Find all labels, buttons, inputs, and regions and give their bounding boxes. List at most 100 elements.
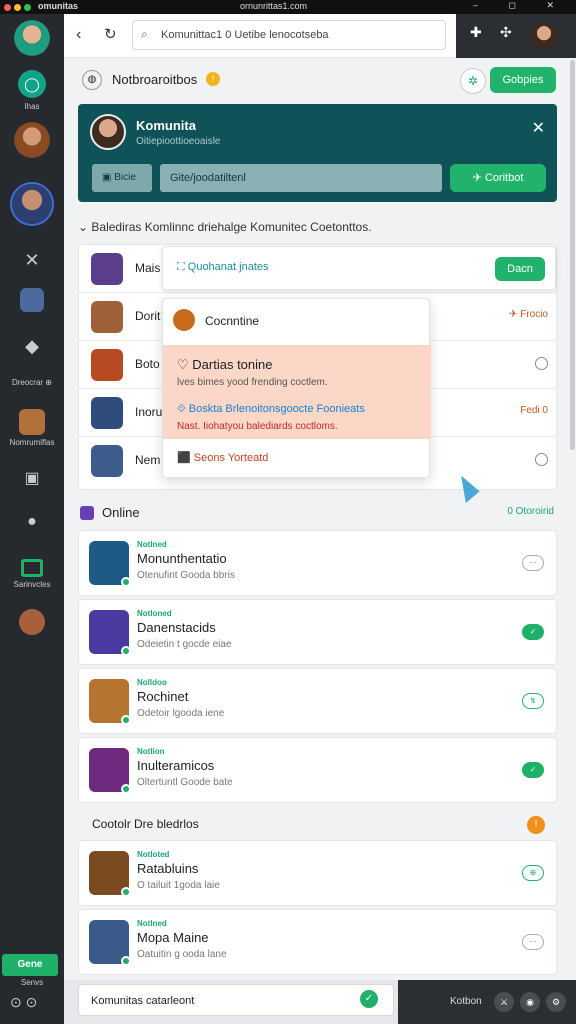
connect-button[interactable]: ✈ Coritbot <box>450 164 546 192</box>
mic-icon[interactable]: ◉ <box>520 992 540 1012</box>
online-dot <box>121 887 131 897</box>
nav-actions: ✚ ✣ <box>456 14 576 58</box>
avatar <box>91 349 123 381</box>
composer-bar: Komunitas catarleont ✓ Kotbon ⚔ ◉ ⚙ <box>64 980 576 1024</box>
member-sub: O tailuit 1goda laie <box>137 880 220 891</box>
rail-label: Ihas <box>24 102 40 111</box>
item-name: Boto <box>135 357 160 371</box>
avatar <box>91 301 123 333</box>
url-label: ornunrittas1.com <box>240 1 308 11</box>
avatar <box>91 445 123 477</box>
member-sub: Otenufint Gooda bbris <box>137 570 235 581</box>
action-icon[interactable]: ✓ <box>522 762 544 778</box>
action-icon[interactable]: ⊕ <box>522 865 544 881</box>
banner-subtitle: Oitiepioottioeoaisle <box>136 136 221 147</box>
main-panel: ‹ ↻ ⌕ Komunittac1 0 Uetibe lenocotseba ✚ … <box>64 14 576 1024</box>
member-card[interactable]: Notlned Monunthentatio Otenufint Gooda bbr… <box>78 530 557 596</box>
member-card[interactable]: Notloted Ratabluins O tailuit 1goda laie ⊕ <box>78 840 557 906</box>
page-title: Notbroaroitbos <box>112 72 198 87</box>
avatar[interactable] <box>10 182 54 226</box>
crossed-icon[interactable]: ✕ <box>14 242 50 278</box>
puzzle-icon[interactable]: ✣ <box>500 24 512 41</box>
member-name: Monunthentatio <box>137 551 227 566</box>
menu-item[interactable]: ♡ Dartias tonine <box>177 357 273 373</box>
member-sub: Odetoir lgooda iene <box>137 708 225 719</box>
avatar[interactable] <box>530 22 558 50</box>
radio-button[interactable] <box>535 357 548 370</box>
member-card[interactable]: Notloned Danenstacids Odeietin t gocde eia… <box>78 599 557 665</box>
scrollbar[interactable] <box>570 60 575 450</box>
popup-button[interactable]: Dacn <box>495 257 545 281</box>
member-card[interactable]: Notlned Mopa Maine Oatuitin g ooda lane ··· <box>78 909 557 975</box>
app-logo-icon[interactable] <box>14 20 50 56</box>
nav-bar: ‹ ↻ ⌕ Komunittac1 0 Uetibe lenocotseba <box>64 14 456 58</box>
rail-label: Nomrumiflas <box>9 438 55 447</box>
online-dot <box>121 956 131 966</box>
context-menu: Cocnntine ♡ Dartias tonine lves bimes yo… <box>162 298 431 478</box>
avatar[interactable] <box>14 122 50 158</box>
member-tag: Notlned <box>137 919 167 928</box>
online-dot <box>121 577 131 587</box>
window-titlebar: omunitas ornunrittas1.com – ◻ ✕ <box>0 0 576 14</box>
popup-link[interactable]: ⛶ Quohanat jnates <box>177 261 269 274</box>
alert-badge-icon[interactable]: ! <box>527 816 545 834</box>
member-card[interactable]: Notlion Inulteramicos Oltertuntl Goode bat… <box>78 737 557 803</box>
window-buttons[interactable]: – ◻ ✕ <box>473 0 568 11</box>
banner-tag-button[interactable]: ▣ Bicie <box>92 164 152 192</box>
chat-icon[interactable]: ◯ <box>18 70 46 98</box>
settings-icon[interactable]: ⚙ <box>546 992 566 1012</box>
gear-icon[interactable]: ✲ <box>460 68 486 94</box>
item-name: Mais <box>135 261 161 275</box>
radio-button[interactable] <box>535 453 548 466</box>
rail-label: Sarinvcles <box>13 580 51 589</box>
search-icon: ⌕ <box>141 27 148 41</box>
member-tag: Notlned <box>137 540 167 549</box>
search-input[interactable]: ⌕ Komunittac1 0 Uetibe lenocotseba <box>132 20 446 50</box>
lock-icon: ◍ <box>82 70 102 90</box>
back-icon[interactable]: ‹ <box>76 26 81 44</box>
online-title: Online <box>102 505 140 520</box>
member-card[interactable]: Nolldoo Rochinet Odetoir lgooda iene ↯ <box>78 668 557 734</box>
avatar <box>91 253 123 285</box>
message-icon[interactable]: ▣ <box>14 460 50 496</box>
rail-label: Senvs <box>20 978 44 987</box>
online-dot <box>121 715 131 725</box>
game-icon[interactable] <box>14 404 50 440</box>
cube-icon[interactable]: ◆ <box>14 328 50 364</box>
game-button[interactable]: Gene <box>2 954 58 976</box>
item-status: Fedi 0 <box>520 405 548 416</box>
banner-input[interactable]: Gite/joodatiltenl <box>160 164 442 192</box>
game-icon[interactable] <box>14 604 50 640</box>
close-icon[interactable]: ✕ <box>532 118 545 138</box>
action-icon[interactable]: ↯ <box>522 693 544 709</box>
member-tag: Notloted <box>137 850 170 859</box>
online-count[interactable]: 0 Otoroirid <box>507 506 554 517</box>
refresh-icon[interactable]: ↻ <box>104 25 117 43</box>
header-button[interactable]: Gobpies <box>490 67 556 93</box>
item-name: Nem <box>135 453 161 467</box>
menu-item-desc: lves bimes yood frending coctlem. <box>177 377 328 388</box>
composer-input[interactable]: Komunitas catarleont <box>78 984 394 1016</box>
avatar <box>90 114 126 150</box>
action-icon[interactable]: ··· <box>522 934 544 950</box>
menu-item[interactable]: ⟐ Boskta Brlenoitonsgoocte Foonieats <box>177 403 365 416</box>
game-icon[interactable] <box>14 282 50 318</box>
action-icon[interactable]: ✓ <box>522 624 544 640</box>
action-icon[interactable]: ··· <box>522 555 544 571</box>
sword-icon[interactable]: ⚔ <box>494 992 514 1012</box>
pin-icon[interactable]: ✚ <box>470 24 482 41</box>
settings-icons[interactable]: ⊙ ⊙ <box>10 994 37 1011</box>
member-tag: Notlion <box>137 747 165 756</box>
menu-item[interactable]: ⬛ Seons Yorteatd <box>177 451 268 464</box>
window-controls[interactable] <box>4 3 34 13</box>
app-title: omunitas <box>38 1 79 11</box>
bottom-actions: Kotbon ⚔ ◉ ⚙ <box>398 980 576 1024</box>
banner-title: Komunita <box>136 118 196 133</box>
sidebar-rail: ◯ Ihas ✕ ◆ Dreocrar ⊕ Nomrumiflas ▣ ● Sa… <box>0 14 64 1024</box>
menu-item-desc: Nast. Iiohatyou balediards coctloms. <box>177 421 338 432</box>
member-name: Mopa Maine <box>137 930 209 945</box>
item-status: ✈ Frocio <box>509 309 548 320</box>
online-dot <box>121 646 131 656</box>
check-icon[interactable]: ✓ <box>360 990 378 1008</box>
ghost-icon[interactable]: ● <box>14 504 50 540</box>
